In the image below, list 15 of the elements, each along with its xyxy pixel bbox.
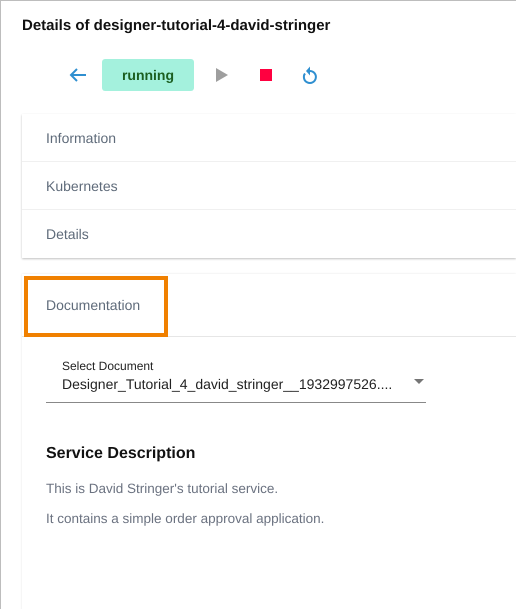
stop-icon <box>260 69 272 81</box>
section-heading: Service Description <box>46 445 196 463</box>
field-value: Designer_Tutorial_4_david_stringer__1932997526.... <box>62 376 392 392</box>
back-arrow-icon <box>69 67 87 83</box>
panel-header[interactable]: Documentation <box>22 274 516 337</box>
page-title: Details of designer-tutorial-4-david-stringer <box>22 17 332 36</box>
description-text: This is David Stringer's tutorial service. <box>46 481 280 496</box>
play-icon <box>216 68 228 82</box>
dropdown-caret-icon <box>414 379 424 384</box>
field-label: Select Document <box>62 359 154 373</box>
status-badge: running <box>102 59 194 91</box>
restart-icon <box>301 65 319 85</box>
document-select[interactable]: Select Document Designer_Tutorial_4_david_stringer__1932997526.... <box>46 359 426 403</box>
description-text: It contains a simple order approval application. <box>46 511 326 526</box>
panel-header[interactable]: Details <box>22 210 516 258</box>
